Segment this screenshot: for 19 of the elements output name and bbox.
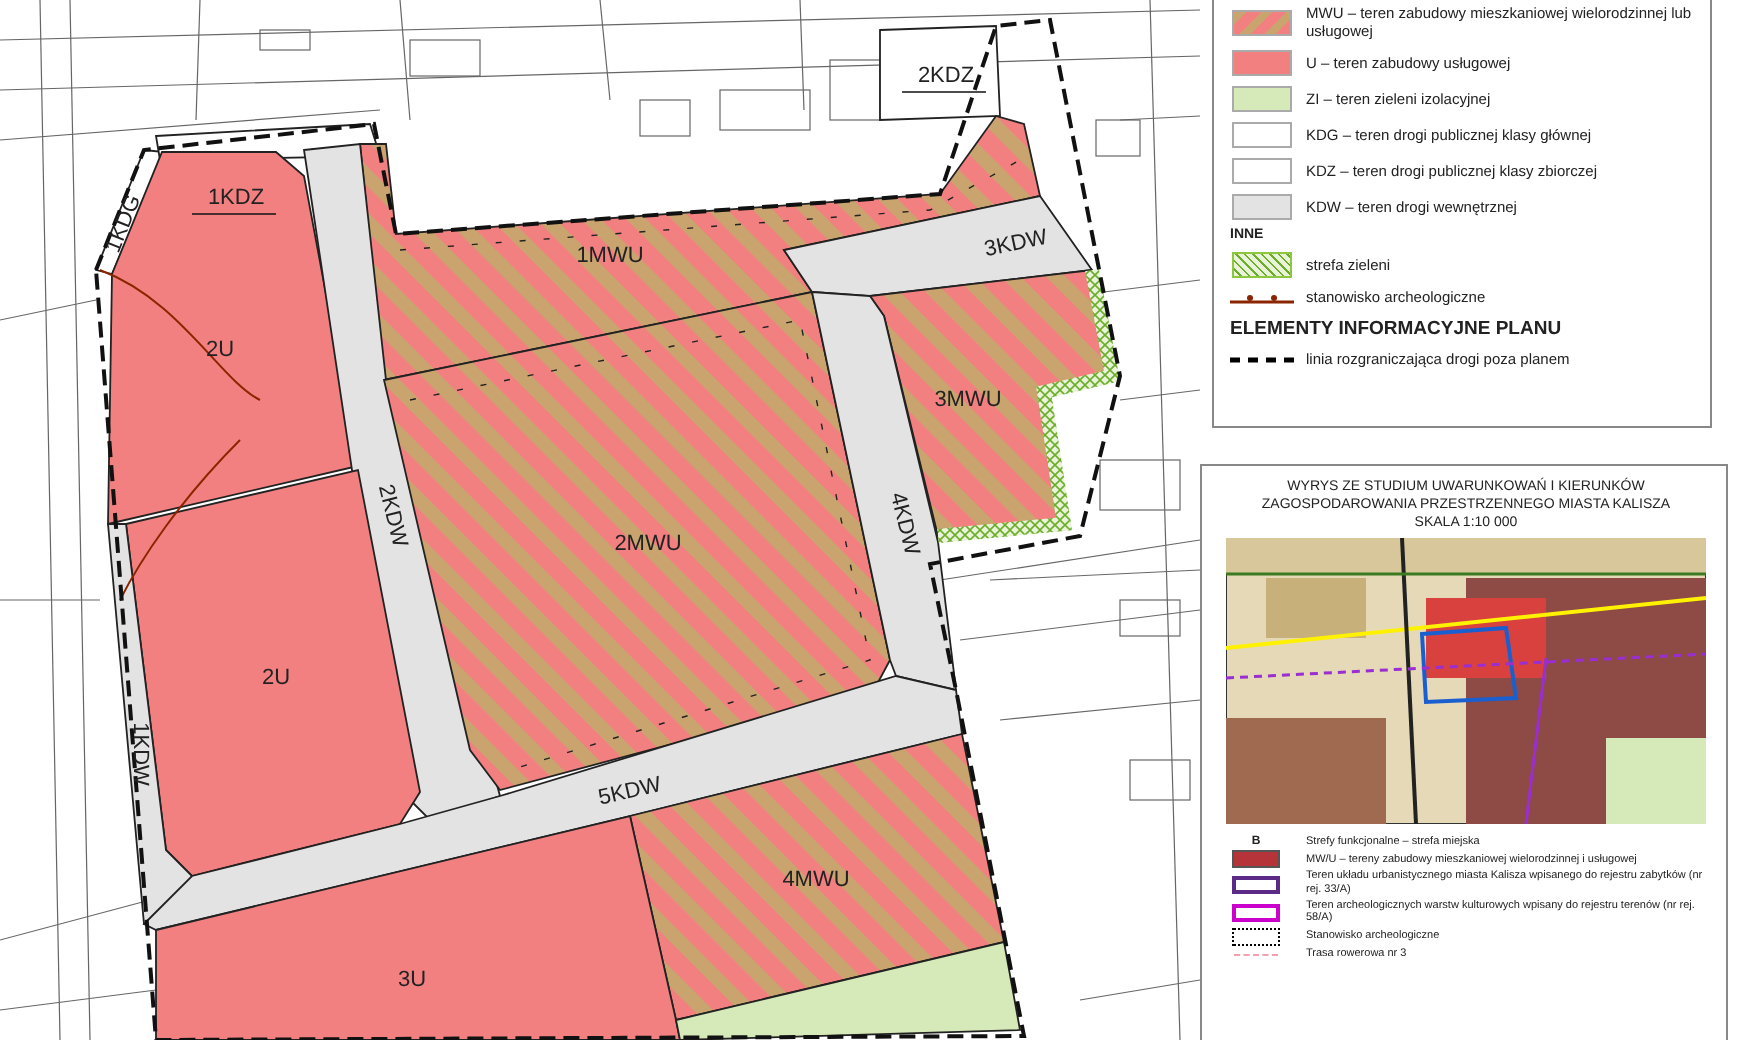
zone-label: 2U xyxy=(205,337,235,362)
road-area xyxy=(879,25,1001,121)
road-label: 2KDW xyxy=(372,482,412,550)
road-label: 5KDW xyxy=(596,773,664,811)
zone-label: 2MWU xyxy=(614,531,682,556)
leader-line xyxy=(901,91,987,93)
zone-label: 1MWU xyxy=(576,243,644,268)
road-label: 1KDZ xyxy=(207,185,265,210)
zone-label: 4MWU xyxy=(782,867,850,892)
leader-line xyxy=(191,213,277,215)
zone-label: 2U xyxy=(261,665,291,690)
road-label: 1KDG xyxy=(101,191,147,257)
zone-label: 3U xyxy=(397,967,427,992)
legend-heading: ELEMENTY INFORMACYJNE PLANU xyxy=(1230,318,1564,340)
road-label: 1KDW xyxy=(128,722,153,786)
road-label: 3KDW xyxy=(982,225,1050,263)
road-label: 4KDW xyxy=(884,490,924,558)
zone-label: 3MWU xyxy=(934,387,1002,412)
road-label: 2KDZ xyxy=(917,63,975,88)
